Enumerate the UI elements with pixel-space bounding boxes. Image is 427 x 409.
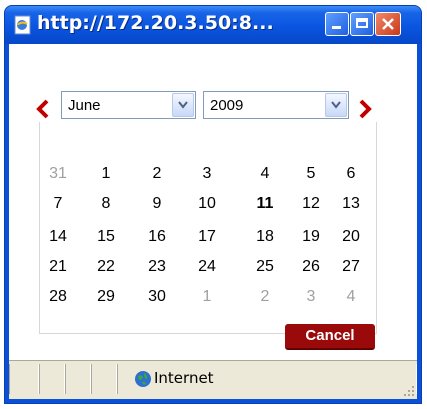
chevron-down-icon	[178, 101, 188, 109]
calendar-day[interactable]: 4	[333, 288, 369, 306]
calendar-day[interactable]: 19	[293, 228, 329, 246]
calendar-day[interactable]: 23	[139, 258, 175, 276]
calendar-day[interactable]: 15	[88, 228, 124, 246]
calendar-day[interactable]: 4	[247, 165, 283, 183]
calendar-day[interactable]: 1	[189, 288, 225, 306]
previous-month-arrow-icon[interactable]	[35, 99, 51, 119]
security-zone-label: Internet	[154, 369, 214, 387]
calendar-day[interactable]: 5	[293, 165, 329, 183]
status-cell	[65, 364, 91, 394]
globe-icon	[135, 371, 151, 387]
calendar-day[interactable]: 11	[247, 195, 283, 213]
window-title: http://172.20.3.50:8...	[37, 12, 274, 34]
calendar-day[interactable]: 26	[293, 258, 329, 276]
window-client: June 2009 31 1 2 3 4 5 6 7 8 9 10 11 12 13 14 15	[9, 44, 417, 399]
calendar-day[interactable]: 7	[40, 195, 76, 213]
calendar-day[interactable]: 20	[333, 228, 369, 246]
next-month-arrow-icon[interactable]	[357, 99, 373, 119]
calendar-day[interactable]: 14	[40, 228, 76, 246]
calendar-day[interactable]: 29	[88, 288, 124, 306]
status-bar: Internet	[9, 360, 417, 399]
status-cell	[91, 364, 117, 394]
resize-grip-icon[interactable]	[403, 385, 415, 397]
calendar-day[interactable]: 17	[189, 228, 225, 246]
status-cell	[9, 364, 39, 394]
calendar-day[interactable]: 28	[40, 288, 76, 306]
title-bar[interactable]: http://172.20.3.50:8...	[5, 6, 421, 44]
calendar-day[interactable]: 22	[88, 258, 124, 276]
calendar-day[interactable]: 21	[40, 258, 76, 276]
calendar-day[interactable]: 6	[333, 165, 369, 183]
chevron-down-icon	[331, 101, 341, 109]
calendar-day[interactable]: 18	[247, 228, 283, 246]
calendar-day[interactable]: 16	[139, 228, 175, 246]
calendar-day[interactable]: 25	[247, 258, 283, 276]
calendar-day[interactable]: 3	[293, 288, 329, 306]
popup-window: http://172.20.3.50:8... June 2009 31 1 2…	[4, 5, 422, 404]
year-select-value: 2009	[210, 97, 244, 114]
maximize-button[interactable]	[350, 12, 374, 36]
calendar-day[interactable]: 31	[40, 165, 76, 183]
month-dropdown-button[interactable]	[172, 93, 194, 117]
status-cell	[39, 364, 65, 394]
calendar-day[interactable]: 3	[189, 165, 225, 183]
date-picker: June 2009 31 1 2 3 4 5 6 7 8 9 10 11 12 13 14 15	[9, 44, 417, 368]
calendar-day[interactable]: 2	[139, 165, 175, 183]
calendar-day[interactable]: 1	[88, 165, 124, 183]
calendar-day[interactable]: 10	[189, 195, 225, 213]
minimize-button[interactable]	[325, 12, 349, 36]
month-select[interactable]: June	[61, 91, 196, 119]
calendar-day[interactable]: 9	[139, 195, 175, 213]
calendar-day[interactable]: 8	[88, 195, 124, 213]
calendar-day[interactable]: 2	[247, 288, 283, 306]
year-dropdown-button[interactable]	[325, 93, 347, 117]
close-icon	[382, 18, 394, 30]
ie-page-icon	[14, 15, 31, 35]
calendar-day[interactable]: 24	[189, 258, 225, 276]
year-select[interactable]: 2009	[203, 91, 349, 119]
cancel-button[interactable]: Cancel	[285, 324, 375, 350]
month-select-value: June	[68, 97, 101, 114]
calendar-day[interactable]: 27	[333, 258, 369, 276]
calendar-day[interactable]: 12	[293, 195, 329, 213]
calendar-day[interactable]: 13	[333, 195, 369, 213]
calendar-grid: 31 1 2 3 4 5 6 7 8 9 10 11 12 13 14 15 16 17 18 19 20 21 22 23 2…	[39, 122, 377, 334]
calendar-day[interactable]: 30	[139, 288, 175, 306]
close-button[interactable]	[375, 12, 401, 36]
